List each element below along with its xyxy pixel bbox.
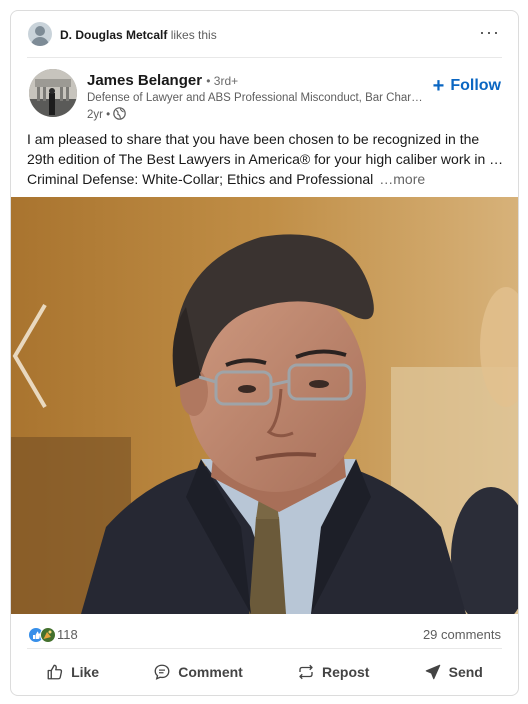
social-context-text: D. Douglas Metcalf likes this (60, 28, 217, 42)
reaction-count[interactable]: 118 (57, 627, 78, 642)
like-label: Like (71, 664, 100, 680)
comment-button[interactable]: Comment (143, 655, 253, 689)
social-action-text: likes this (170, 28, 217, 42)
globe-icon (113, 107, 126, 123)
repost-button[interactable]: Repost (287, 655, 379, 689)
divider (27, 57, 502, 58)
author-name-row[interactable]: James Belanger • 3rd+ (87, 72, 238, 89)
divider (27, 648, 502, 649)
see-more-link[interactable]: …more (379, 171, 425, 187)
comments-count[interactable]: 29 comments (423, 627, 501, 642)
post-image[interactable] (11, 197, 518, 614)
carousel-previous-button[interactable] (11, 301, 51, 411)
send-label: Send (448, 664, 483, 680)
commentary-line: 29th edition of The Best Lawyers in Amer… (27, 151, 504, 167)
repost-icon (297, 663, 315, 681)
commentary-text: Criminal Defense: White-Collar; Ethics a… (27, 171, 374, 187)
send-button[interactable]: Send (414, 655, 493, 689)
connection-degree: • 3rd+ (206, 74, 239, 88)
feed-post-card: D. Douglas Metcalf likes this ··· James … (10, 10, 519, 696)
follow-label: Follow (450, 77, 501, 94)
author-avatar[interactable] (29, 69, 77, 117)
actor-avatar[interactable] (28, 22, 52, 46)
like-button[interactable]: Like (36, 655, 109, 689)
post-timestamp-row: 2yr • (87, 107, 126, 123)
post-commentary: I am pleased to share that you have been… (27, 129, 507, 189)
commentary-line-last: Criminal Defense: White-Collar; Ethics a… (27, 169, 507, 189)
follow-button[interactable]: + Follow (432, 75, 501, 97)
comment-label: Comment (178, 664, 243, 680)
social-counts: 118 29 comments (11, 614, 518, 650)
post-timestamp: 2yr • (87, 109, 111, 121)
comment-icon (153, 663, 171, 681)
actor-name[interactable]: D. Douglas Metcalf (60, 28, 167, 42)
social-context-row: D. Douglas Metcalf likes this ··· (11, 11, 518, 57)
repost-label: Repost (322, 664, 370, 680)
commentary-line: I am pleased to share that you have been… (27, 131, 480, 147)
thumbs-up-icon (46, 663, 64, 681)
author-name[interactable]: James Belanger (87, 72, 202, 89)
action-bar: Like Comment Repost Send (19, 652, 510, 692)
reaction-icons[interactable] (28, 627, 58, 643)
plus-icon: + (432, 75, 445, 97)
more-horizontal-icon[interactable]: ··· (479, 23, 500, 41)
author-headline: Defense of Lawyer and ABS Professional M… (87, 92, 427, 104)
send-icon (424, 663, 442, 681)
